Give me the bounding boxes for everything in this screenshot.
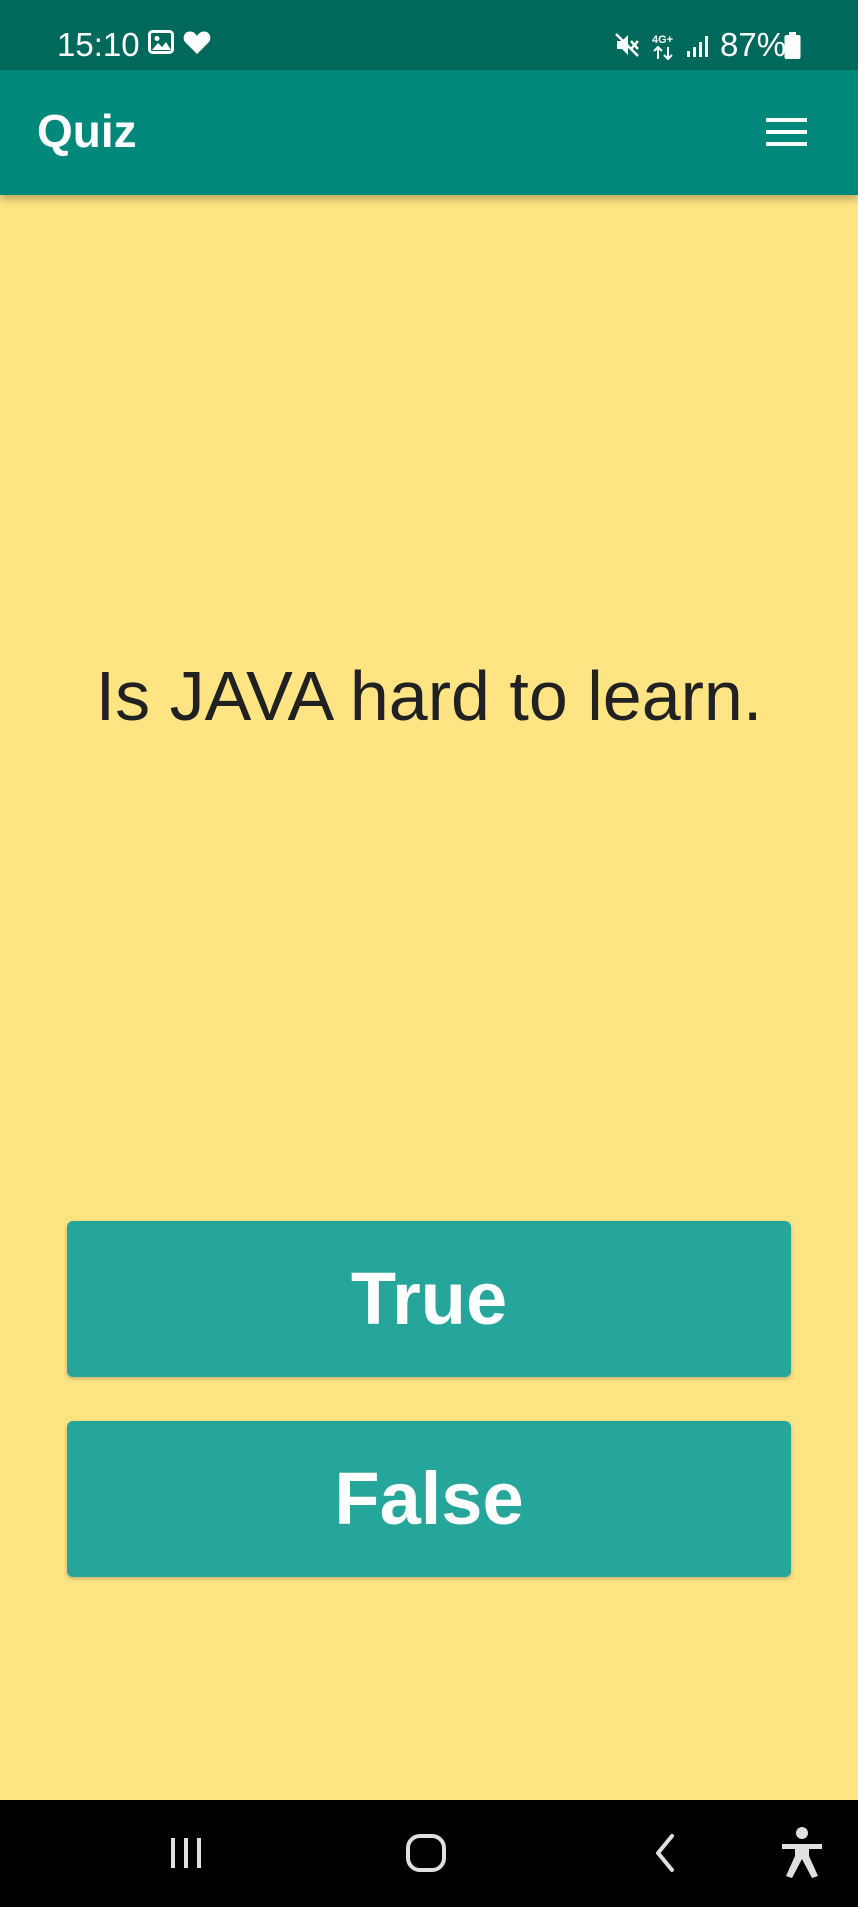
hamburger-menu-icon[interactable] (756, 110, 816, 154)
navigation-bar (0, 1800, 858, 1907)
status-time: 15:10 (57, 26, 140, 63)
gallery-icon (148, 30, 174, 54)
recent-apps-icon[interactable] (168, 1834, 204, 1872)
false-button[interactable]: False (67, 1421, 791, 1577)
home-icon[interactable] (404, 1832, 450, 1874)
4g-data-icon: 4G+ (652, 34, 673, 60)
signal-icon (687, 36, 708, 57)
heart-icon (183, 31, 211, 54)
mute-icon (615, 33, 639, 57)
app-title: Quiz (37, 105, 137, 157)
accessibility-icon[interactable] (780, 1826, 824, 1880)
battery-percentage: 87% (720, 26, 787, 63)
battery-icon (784, 32, 801, 59)
quiz-screen: 15:10 4G+ 87% Quiz Is JAVA hard to learn… (0, 0, 858, 1907)
question-text: Is JAVA hard to learn. (95, 657, 763, 735)
back-icon[interactable] (650, 1832, 680, 1874)
true-button[interactable]: True (67, 1221, 791, 1377)
status-bar: 15:10 4G+ 87% (0, 0, 858, 70)
app-bar: Quiz (0, 70, 858, 195)
svg-text:4G+: 4G+ (652, 34, 673, 46)
